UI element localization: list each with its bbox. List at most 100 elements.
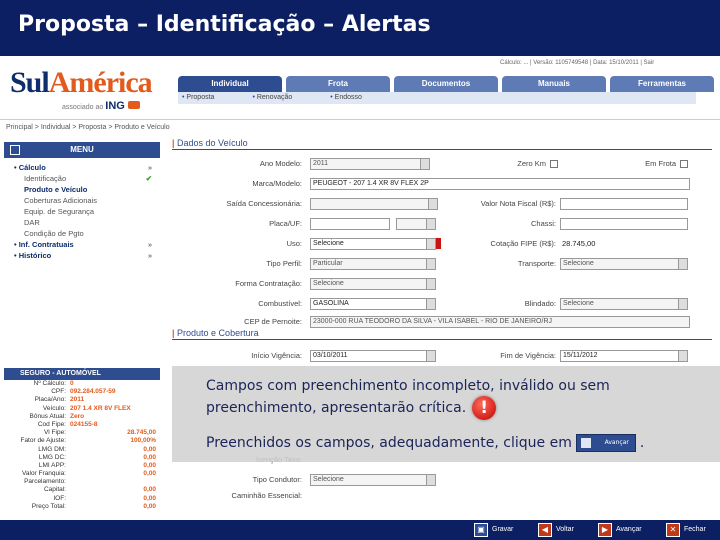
ing-lion-icon [127, 101, 140, 109]
seguro-value [70, 429, 126, 437]
select-blindado[interactable]: Selecione [560, 298, 688, 310]
seguro-amount: 0,00 [143, 445, 156, 453]
save-icon: ▣ [474, 523, 488, 537]
seguro-row: Placa/Ano: 2011 [4, 396, 160, 404]
seguro-row: IOF: 0,00 [4, 495, 160, 503]
seguro-row: Veículo: 207 1.4 XR 8V FLEX [4, 405, 160, 413]
input-valor-nota[interactable] [560, 198, 688, 210]
tab-documentos[interactable]: Documentos [394, 76, 498, 92]
field-value: Particular [313, 260, 343, 267]
input-ano-modelo[interactable]: 2011 [310, 158, 430, 170]
expand-icon: » [147, 240, 152, 249]
label-caminhao: Caminhão Essencial: [231, 491, 302, 500]
seguro-amount: 0,00 [143, 502, 156, 510]
select-tipo-perfil[interactable]: Particular [310, 258, 436, 270]
seguro-row: Valor Franquia: 0,00 [4, 470, 160, 478]
tab-individual[interactable]: Individual [178, 76, 282, 92]
field-value: PEUGEOT - 207 1.4 XR 8V FLEX 2P [313, 180, 429, 187]
label-cotacao: Cotação FIPE (R$): [490, 239, 556, 248]
select-transporte[interactable]: Selecione [560, 258, 688, 270]
logo-partner: ING [105, 100, 125, 112]
input-inicio-vigencia[interactable]: 03/10/2011 [310, 350, 436, 362]
logo-part-1: Sul [10, 66, 50, 99]
dropdown-arrow-icon [426, 475, 435, 485]
fechar-button[interactable]: ✕ Fechar [666, 523, 706, 537]
label-saida: Saída Concessionária: [226, 199, 302, 208]
label-fim-vigencia: Fim de Vigência: [500, 351, 556, 360]
subnav-renovacao[interactable]: Renovação [252, 92, 292, 104]
seguro-summary-panel: SEGURO - AUTOMÓVEL Nº Cálculo: 0 CPF: 092.2… [4, 368, 160, 511]
menu-item-condicao-pgto[interactable]: Condição de Pgto [4, 228, 160, 239]
menu-title: MENU [70, 145, 94, 154]
input-chassi[interactable] [560, 218, 688, 230]
menu-item-identificacao[interactable]: Identificação ✔ [4, 173, 160, 184]
menu-item-equip-seguranca[interactable]: Equip. de Segurança [4, 206, 160, 217]
menu-item-historico[interactable]: • Histórico» [4, 250, 160, 261]
seguro-amount: 100,00% [130, 437, 156, 445]
select-combustivel[interactable]: GASOLINA [310, 298, 436, 310]
input-saida-concessionaria[interactable] [310, 198, 438, 210]
dropdown-arrow-icon [678, 299, 687, 309]
menu-item-inf-contratuais[interactable]: • Inf. Contratuais» [4, 239, 160, 250]
alert-text-1: Campos com preenchimento incompleto, inv… [206, 378, 610, 416]
seguro-key: IOF: [53, 494, 66, 502]
menu-item-coberturas[interactable]: Coberturas Adicionais [4, 195, 160, 206]
seguro-key: Fator de Ajuste: [20, 437, 66, 445]
avancar-button[interactable]: ▶ Avançar [598, 523, 642, 537]
tab-ferramentas[interactable]: Ferramentas [610, 76, 714, 92]
field-value: 23000-000 RUA TEODORO DA SILVA - VILA IS… [313, 318, 552, 325]
label-valor-nota: Valor Nota Fiscal (R$): [480, 199, 556, 208]
input-fim-vigencia[interactable]: 15/11/2012 [560, 350, 688, 362]
menu-item-produto-veiculo[interactable]: Produto e Veículo [4, 184, 160, 195]
tab-manuais[interactable]: Manuais [502, 76, 606, 92]
seguro-value: 024155-8 [70, 420, 98, 428]
select-uso[interactable]: Selecione [310, 238, 436, 250]
expand-icon: » [147, 251, 152, 260]
field-value: 2011 [313, 160, 329, 167]
top-links[interactable]: Cálculo: ... | Versão: 1105749548 | Data… [500, 60, 654, 66]
seguro-row: Preço Total: 0,00 [4, 503, 160, 511]
seguro-key: Bônus Atual: [29, 412, 67, 420]
menu-label: Inf. Contratuais [18, 240, 74, 249]
input-cep-pernoite[interactable]: 23000-000 RUA TEODORO DA SILVA - VILA IS… [310, 316, 690, 328]
label-transporte: Transporte: [517, 259, 556, 268]
seguro-row: LMG DM: 0,00 [4, 446, 160, 454]
dropdown-arrow-icon [420, 159, 429, 169]
back-icon: ◀ [538, 523, 552, 537]
field-value: Selecione [313, 476, 344, 483]
checkbox-frota[interactable] [680, 160, 688, 168]
label-chassi: Chassi: [530, 219, 556, 228]
tab-frota[interactable]: Frota [286, 76, 390, 92]
menu-label: Histórico [18, 251, 52, 260]
seguro-key: Capital: [43, 486, 66, 494]
label-inicio-vigencia: Início Vigência: [251, 351, 302, 360]
section-produto-cobertura: Produto e Cobertura [172, 328, 712, 340]
menu-item-dar[interactable]: DAR [4, 217, 160, 228]
seguro-amount [126, 478, 156, 486]
label-blindado: Blindado: [524, 299, 556, 308]
select-tipo-condutor[interactable]: Selecione [310, 474, 436, 486]
select-forma-contratacao[interactable]: Selecione [310, 278, 436, 290]
input-marca-modelo[interactable]: PEUGEOT - 207 1.4 XR 8V FLEX 2P [310, 178, 690, 190]
seguro-amount: 0,00 [143, 461, 156, 469]
label-placa: Placa/UF: [269, 219, 302, 228]
seguro-row: Capital: 0,00 [4, 486, 160, 494]
voltar-button[interactable]: ◀ Voltar [538, 523, 574, 537]
seguro-row: CPF: 092.284.057-59 [4, 388, 160, 396]
alert-text-2-end: . [639, 435, 645, 451]
avancar-mini-button: Avançar [575, 434, 636, 452]
seguro-value [70, 503, 126, 511]
dropdown-arrow-icon [426, 279, 435, 289]
menu-item-calculo[interactable]: • Cálculo» [4, 162, 160, 173]
checkbox-zero-km[interactable] [550, 160, 558, 168]
seguro-value [70, 478, 126, 486]
vehicle-form: Dados do Veículo [172, 138, 712, 153]
alert-message-1: Campos com preenchimento incompleto, inv… [206, 376, 686, 420]
gravar-button[interactable]: ▣ Gravar [474, 523, 513, 537]
input-placa[interactable] [310, 218, 390, 230]
check-icon: ✔ [145, 174, 152, 183]
seguro-amount: 0,00 [143, 494, 156, 502]
subnav-proposta[interactable]: Proposta [182, 92, 214, 104]
seguro-key: LMG DM: [38, 445, 66, 453]
subnav-endosso[interactable]: Endosso [330, 92, 362, 104]
